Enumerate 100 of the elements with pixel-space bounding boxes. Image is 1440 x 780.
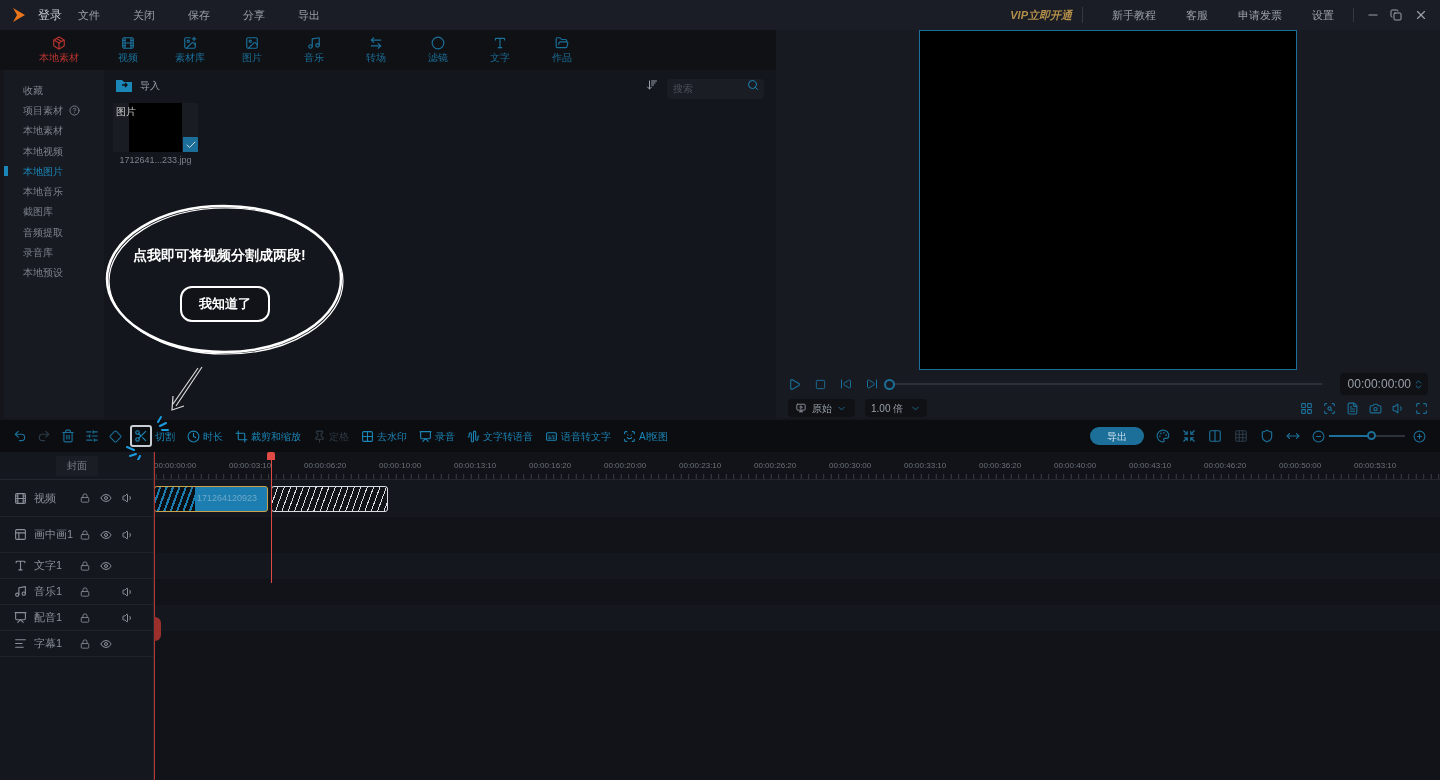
- eye-icon[interactable]: [100, 492, 112, 504]
- checkbox[interactable]: [183, 137, 198, 152]
- media-tab[interactable]: 文字: [469, 35, 531, 65]
- sidebar-item[interactable]: 本地素材: [4, 120, 104, 141]
- login-button[interactable]: 登录: [38, 6, 62, 24]
- sidebar-item[interactable]: 音频提取: [4, 222, 104, 243]
- stepper-icon[interactable]: [1413, 378, 1424, 390]
- speaker-icon[interactable]: [122, 585, 134, 598]
- lock-icon[interactable]: [80, 529, 90, 540]
- sidebar-item[interactable]: 截图库: [4, 201, 104, 223]
- zoom-out-icon[interactable]: [1312, 429, 1325, 443]
- tool-button[interactable]: AI抠图: [623, 428, 669, 444]
- speaker-icon[interactable]: [122, 492, 134, 504]
- menu-item[interactable]: 分享: [239, 6, 269, 24]
- media-tab[interactable]: 视频: [97, 35, 159, 65]
- tick-label: 00:00:46:20: [1204, 460, 1248, 472]
- eye-icon[interactable]: [100, 528, 112, 541]
- cut-icon: [134, 429, 148, 443]
- import-label[interactable]: 导入: [140, 77, 160, 93]
- tool-button[interactable]: 文字转语音: [467, 428, 533, 444]
- media-tab[interactable]: 音乐: [283, 35, 345, 65]
- lock-icon[interactable]: [80, 612, 90, 623]
- sidebar-item[interactable]: 本地音乐: [4, 181, 104, 202]
- export-button[interactable]: 导出: [1090, 427, 1144, 445]
- eye-icon[interactable]: [100, 559, 112, 572]
- tick-label: 00:00:43:10: [1129, 460, 1173, 472]
- palette-icon[interactable]: [1156, 429, 1170, 443]
- clip-label: 171264120923: [197, 491, 258, 505]
- menu-item[interactable]: 保存: [184, 6, 214, 24]
- box-icon: [52, 35, 66, 50]
- media-thumbnail[interactable]: 图片: [113, 103, 198, 152]
- tool-button[interactable]: 切割: [130, 425, 175, 447]
- help-icon[interactable]: [69, 104, 80, 116]
- media-tab[interactable]: 作品: [531, 35, 593, 65]
- play-icon[interactable]: [788, 377, 801, 391]
- search-icon[interactable]: [747, 79, 759, 91]
- undo-icon[interactable]: [13, 429, 27, 443]
- eye-icon[interactable]: [100, 637, 112, 650]
- media-tab[interactable]: 滤镜: [407, 35, 469, 65]
- tool-button[interactable]: 去水印: [361, 428, 407, 444]
- tick-label: 00:00:30:00: [829, 460, 873, 472]
- progress-thumb[interactable]: [884, 378, 895, 390]
- lock-icon[interactable]: [80, 560, 90, 571]
- app-logo: [12, 7, 26, 23]
- fit-icon[interactable]: [1182, 429, 1196, 443]
- adjust-icon[interactable]: [85, 429, 99, 443]
- menu-item[interactable]: 文件: [74, 6, 104, 24]
- media-tab[interactable]: 图片: [221, 35, 283, 65]
- next-frame-icon[interactable]: [866, 378, 878, 391]
- header-link[interactable]: 客服: [1186, 6, 1208, 24]
- zoom-icon[interactable]: [1323, 401, 1336, 415]
- speaker-icon[interactable]: [122, 528, 134, 541]
- sidebar-item[interactable]: 项目素材: [4, 100, 104, 121]
- media-tab[interactable]: 本地素材: [21, 35, 97, 65]
- cover-button[interactable]: 封面: [55, 455, 98, 476]
- menu-item[interactable]: 关闭: [129, 6, 159, 24]
- sidebar-item[interactable]: 录音库: [4, 242, 104, 263]
- header-link[interactable]: 设置: [1312, 6, 1334, 24]
- track-name: 配音1: [34, 610, 64, 626]
- stop-icon[interactable]: [815, 378, 826, 390]
- volume-icon[interactable]: [1392, 401, 1405, 415]
- lock-icon[interactable]: [80, 638, 90, 649]
- restore-icon[interactable]: [1390, 9, 1402, 21]
- lock-icon[interactable]: [80, 493, 90, 503]
- header-link[interactable]: 新手教程: [1112, 6, 1156, 24]
- got-it-button[interactable]: 我知道了: [180, 286, 270, 322]
- snapshot-icon[interactable]: [1369, 401, 1382, 415]
- timeline-start-handle[interactable]: [154, 617, 161, 641]
- tick-label: 00:00:40:00: [1054, 460, 1098, 472]
- layout-icon[interactable]: [1300, 401, 1313, 415]
- menu-item[interactable]: 导出: [294, 6, 324, 24]
- clock-icon: [187, 429, 200, 443]
- sidebar-item[interactable]: 本地预设: [4, 262, 104, 283]
- ratio-dropdown[interactable]: 原始: [788, 399, 855, 418]
- folder-import-icon[interactable]: [116, 78, 132, 92]
- tool-button[interactable]: 录音: [419, 428, 455, 444]
- keyframe-icon[interactable]: [109, 429, 122, 443]
- tool-button[interactable]: 语音转文字: [545, 428, 611, 444]
- lock-icon[interactable]: [80, 586, 90, 597]
- zoom-thumb[interactable]: [1366, 431, 1376, 440]
- header-link[interactable]: 申请发票: [1238, 6, 1282, 24]
- fullscreen-icon[interactable]: [1415, 401, 1428, 415]
- sidebar-item[interactable]: 本地图片: [4, 161, 104, 182]
- split-icon[interactable]: [1208, 429, 1222, 443]
- subtitle-icon[interactable]: [1346, 401, 1359, 415]
- sidebar-item[interactable]: 收藏: [4, 80, 104, 101]
- tts-icon: [467, 429, 480, 443]
- sort-icon[interactable]: [646, 79, 658, 91]
- sidebar-item[interactable]: 本地视频: [4, 140, 104, 162]
- vip-link[interactable]: VIP立即开通: [1010, 6, 1083, 24]
- close-icon[interactable]: [1414, 8, 1428, 22]
- delete-icon[interactable]: [61, 429, 75, 443]
- media-tab[interactable]: 素材库: [159, 35, 221, 65]
- zoom-in-icon[interactable]: [1413, 429, 1426, 443]
- speaker-icon[interactable]: [122, 611, 134, 624]
- speed-dropdown[interactable]: 1.00 倍: [865, 399, 927, 418]
- media-tab[interactable]: 转场: [345, 35, 407, 65]
- tool-button[interactable]: 裁剪和缩放: [235, 428, 301, 444]
- tool-button[interactable]: 时长: [187, 428, 223, 444]
- previous-frame-icon[interactable]: [840, 378, 852, 391]
